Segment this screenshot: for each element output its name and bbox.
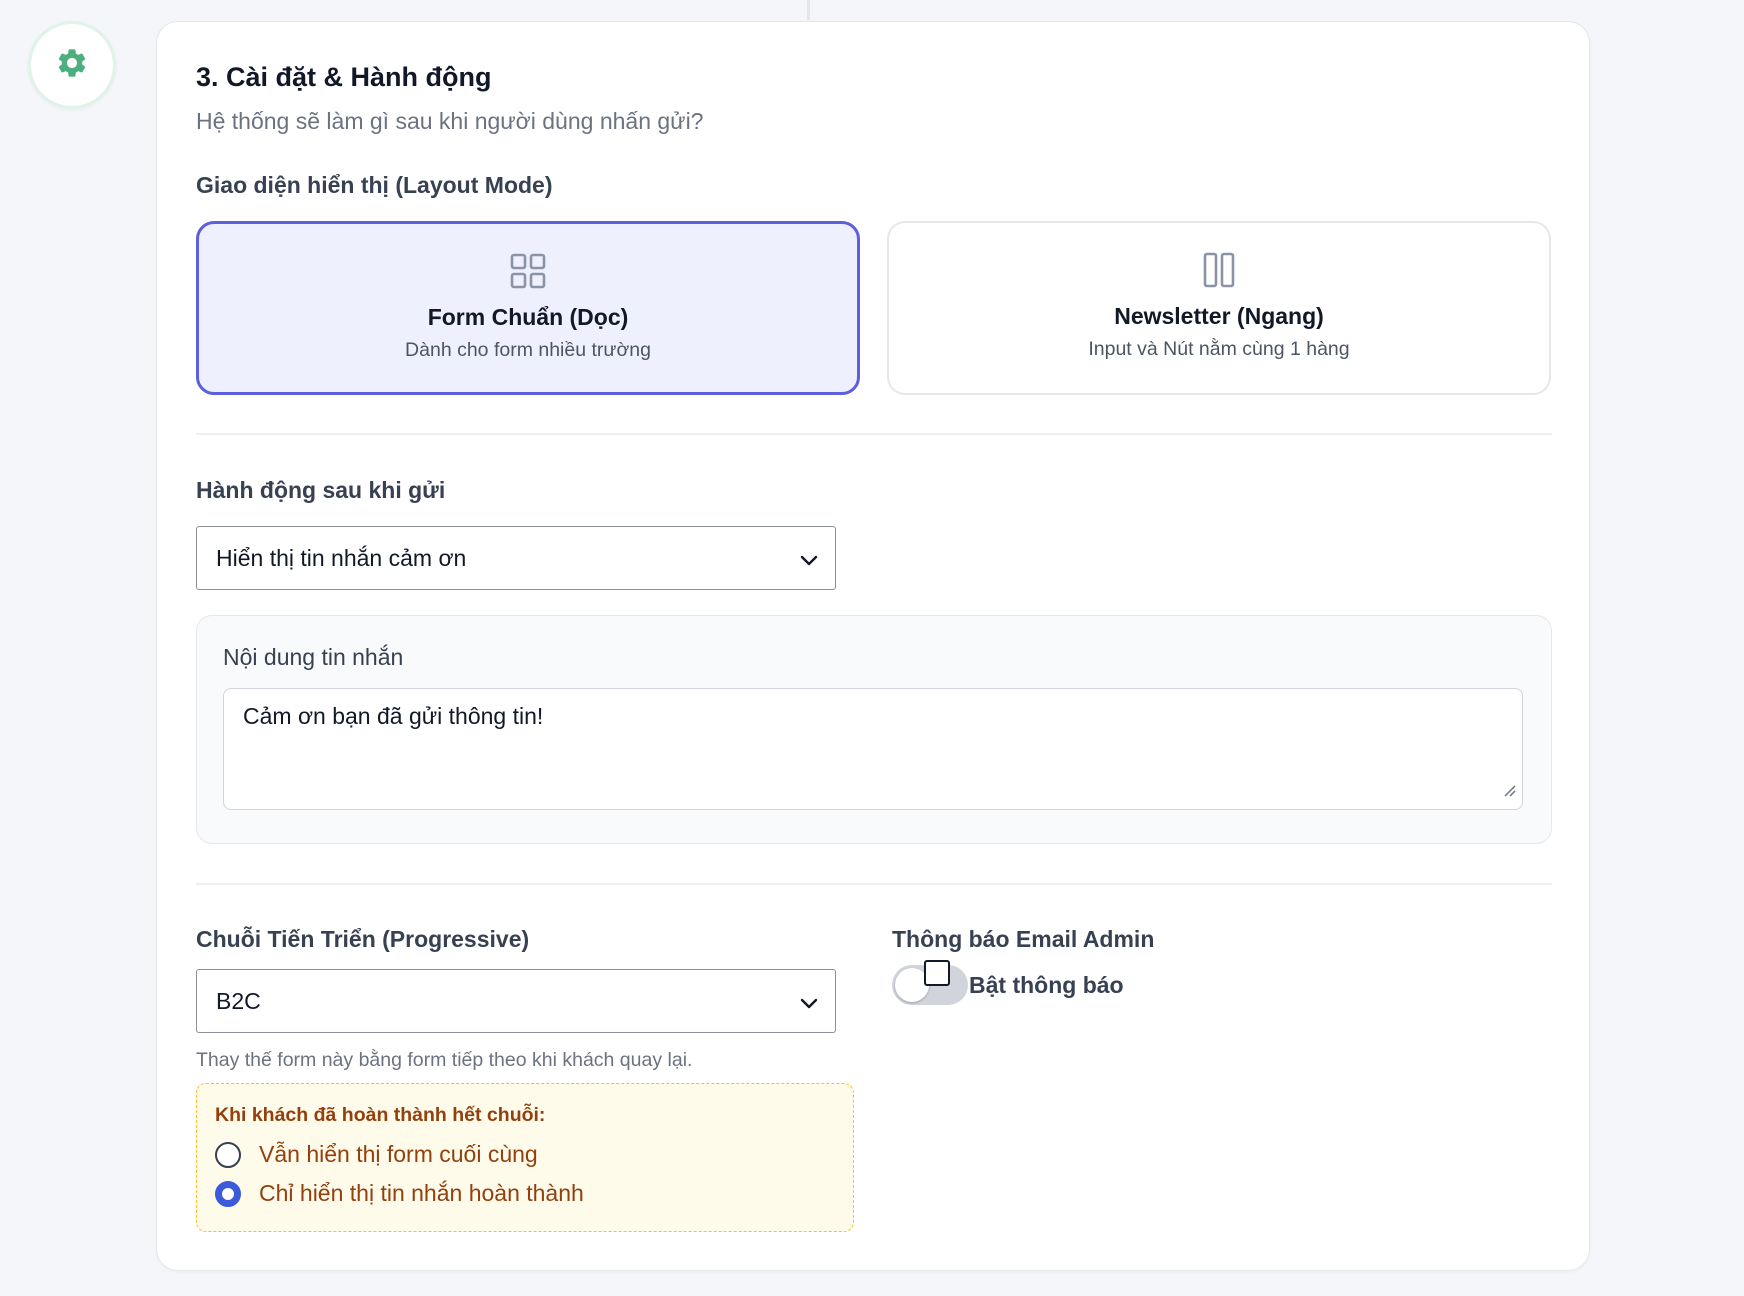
- progressive-selected: B2C: [216, 987, 261, 1014]
- layout-option-newsletter[interactable]: Newsletter (Ngang) Input và Nút nằm cùng…: [887, 221, 1551, 395]
- chevron-down-icon: [799, 992, 819, 1019]
- email-notify-label: Bật thông báo: [969, 972, 1124, 998]
- progressive-hint: Thay thế form này bằng form tiếp theo kh…: [196, 1049, 693, 1071]
- settings-step-badge: [28, 21, 116, 109]
- radio-label: Chỉ hiển thị tin nhắn hoàn thành: [259, 1180, 584, 1206]
- layout-option-desc: Dành cho form nhiều trường: [405, 339, 651, 361]
- progressive-select[interactable]: B2C: [196, 969, 836, 1033]
- layout-option-title: Newsletter (Ngang): [1114, 303, 1324, 329]
- top-divider-line: [807, 0, 810, 20]
- chain-complete-panel: Khi khách đã hoàn thành hết chuỗi: Vẫn h…: [196, 1083, 854, 1232]
- section-title: 3. Cài đặt & Hành động: [196, 62, 492, 92]
- radio-button-checked[interactable]: [215, 1180, 241, 1207]
- radio-option-show-last-form[interactable]: Vẫn hiển thị form cuối cùng: [215, 1141, 538, 1168]
- after-submit-label: Hành động sau khi gửi: [196, 477, 446, 503]
- email-admin-label: Thông báo Email Admin: [892, 926, 1155, 952]
- chevron-down-icon: [799, 549, 819, 576]
- radio-option-show-complete-message[interactable]: Chỉ hiển thị tin nhắn hoàn thành: [215, 1180, 584, 1207]
- message-textarea[interactable]: Cảm ơn bạn đã gửi thông tin!: [223, 688, 1523, 810]
- radio-label: Vẫn hiển thị form cuối cùng: [259, 1141, 538, 1167]
- radio-button[interactable]: [215, 1141, 241, 1168]
- gear-icon: [55, 46, 89, 85]
- layout-mode-label: Giao diện hiển thị (Layout Mode): [196, 172, 553, 198]
- email-notify-checkbox[interactable]: [924, 960, 950, 986]
- layout-option-standard[interactable]: Form Chuẩn (Dọc) Dành cho form nhiều trư…: [196, 221, 860, 395]
- section-divider: [196, 883, 1552, 885]
- settings-card: 3. Cài đặt & Hành động Hệ thống sẽ làm g…: [156, 21, 1590, 1271]
- message-panel: Nội dung tin nhắn Cảm ơn bạn đã gửi thôn…: [196, 615, 1552, 844]
- layout-option-desc: Input và Nút nằm cùng 1 hàng: [1088, 338, 1350, 360]
- message-value: Cảm ơn bạn đã gửi thông tin!: [243, 703, 544, 729]
- progressive-label: Chuỗi Tiến Triển (Progressive): [196, 926, 530, 952]
- after-submit-selected: Hiển thị tin nhắn cảm ơn: [216, 544, 467, 571]
- resize-handle-icon[interactable]: [1502, 776, 1516, 803]
- chain-complete-title: Khi khách đã hoàn thành hết chuỗi:: [215, 1104, 546, 1126]
- message-label: Nội dung tin nhắn: [223, 644, 404, 670]
- columns-icon: [1202, 251, 1236, 293]
- section-divider: [196, 433, 1552, 435]
- after-submit-select[interactable]: Hiển thị tin nhắn cảm ơn: [196, 526, 836, 590]
- section-subtitle: Hệ thống sẽ làm gì sau khi người dùng nh…: [196, 108, 704, 134]
- grid-icon: [509, 252, 547, 294]
- layout-option-title: Form Chuẩn (Dọc): [427, 304, 629, 330]
